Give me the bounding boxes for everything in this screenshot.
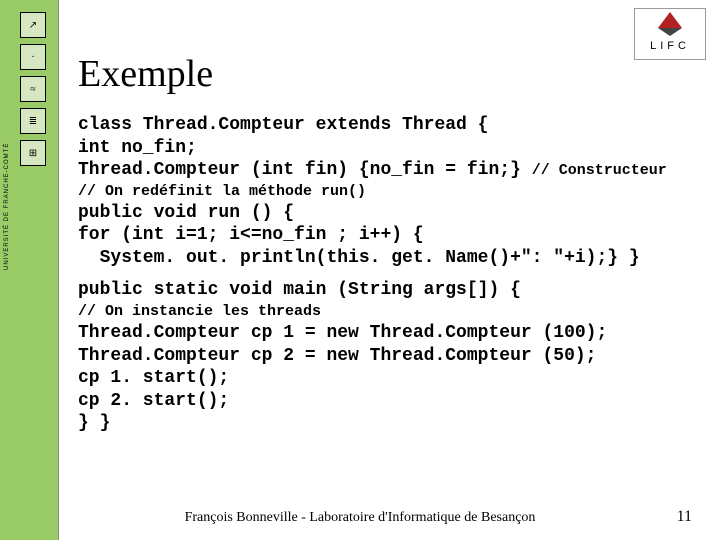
side-icon-1: ↗ (20, 12, 46, 38)
side-icon-5: ⊞ (20, 140, 46, 166)
sidebar-icons: ↗ · ≈ ≣ ⊞ (20, 12, 46, 166)
sidebar: UNIVERSITÉ DE FRANCHE-COMTÉ ↗ · ≈ ≣ ⊞ (0, 0, 59, 540)
slide-content: Exemple class Thread.Compteur extends Th… (78, 0, 710, 435)
slide-title: Exemple (78, 52, 710, 96)
code-line: System. out. println(this. get. Name()+"… (78, 247, 710, 270)
side-icon-4: ≣ (20, 108, 46, 134)
side-icon-2: · (20, 44, 46, 70)
code-line: } } (78, 412, 710, 435)
institution-label: UNIVERSITÉ DE FRANCHE-COMTÉ (4, 143, 10, 270)
footer-author: François Bonneville - Laboratoire d'Info… (0, 510, 720, 526)
code-line: cp 2. start(); (78, 390, 710, 413)
code-comment: // Constructeur (532, 162, 667, 179)
code-line: Thread.Compteur cp 2 = new Thread.Compte… (78, 345, 710, 368)
side-icon-3: ≈ (20, 76, 46, 102)
code-line: for (int i=1; i<=no_fin ; i++) { (78, 224, 710, 247)
code-line: Thread.Compteur (int fin) {no_fin = fin;… (78, 159, 710, 182)
code-line: public void run () { (78, 202, 710, 225)
page-number: 11 (677, 508, 692, 526)
code-line: cp 1. start(); (78, 367, 710, 390)
code-line: public static void main (String args[]) … (78, 279, 710, 302)
code-comment: // On redéfinit la méthode run() (78, 182, 710, 202)
code-line: int no_fin; (78, 137, 710, 160)
code-line: Thread.Compteur cp 1 = new Thread.Compte… (78, 322, 710, 345)
code-comment: // On instancie les threads (78, 302, 710, 322)
code-line: class Thread.Compteur extends Thread { (78, 114, 710, 137)
code-segment: Thread.Compteur (int fin) {no_fin = fin;… (78, 160, 532, 180)
